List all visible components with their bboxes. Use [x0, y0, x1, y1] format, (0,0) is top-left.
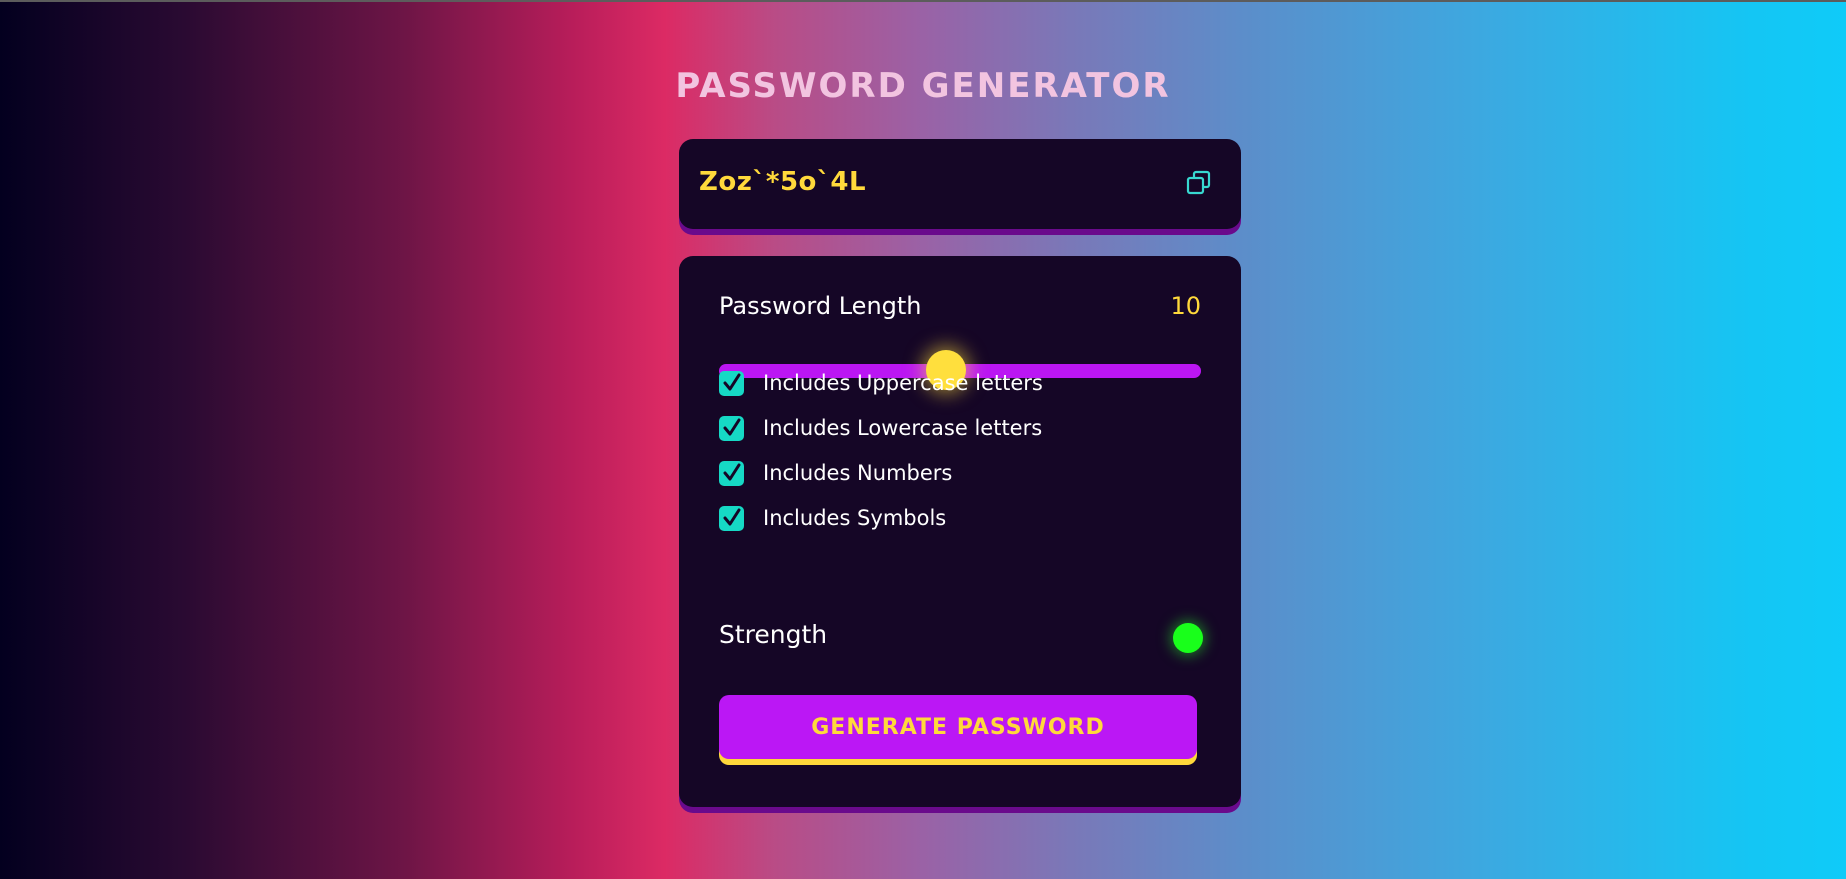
- option-numbers[interactable]: Includes Numbers: [719, 458, 952, 488]
- password-display-card: Zoz`*5o`4L: [679, 139, 1241, 229]
- password-output: Zoz`*5o`4L: [699, 167, 867, 197]
- generate-button-label: GENERATE PASSWORD: [811, 714, 1105, 740]
- numbers-label: Includes Numbers: [763, 461, 953, 485]
- symbols-checkbox[interactable]: [719, 505, 744, 531]
- strength-label: Strength: [719, 620, 828, 649]
- window-top-border: [0, 0, 1846, 2]
- copy-icon: [1186, 170, 1211, 195]
- checkmark-icon: [723, 373, 740, 391]
- copy-button[interactable]: [1185, 169, 1213, 197]
- uppercase-checkbox[interactable]: [719, 370, 744, 396]
- lowercase-label: Includes Lowercase letters: [763, 416, 1043, 440]
- option-uppercase[interactable]: Includes Uppercase letters: [719, 368, 1043, 398]
- symbols-label: Includes Symbols: [763, 506, 947, 530]
- checkmark-icon: [723, 508, 740, 526]
- strength-indicator: [1173, 623, 1203, 653]
- lowercase-checkbox[interactable]: [719, 415, 744, 441]
- settings-card: Password Length 10 Includes Uppercase le…: [679, 256, 1241, 807]
- page-title: PASSWORD GENERATOR: [675, 66, 1171, 106]
- checkmark-icon: [723, 418, 740, 436]
- uppercase-label: Includes Uppercase letters: [763, 371, 1043, 395]
- length-value: 10: [1170, 292, 1201, 320]
- option-symbols[interactable]: Includes Symbols: [719, 503, 946, 533]
- length-label: Password Length: [719, 292, 922, 320]
- numbers-checkbox[interactable]: [719, 460, 744, 486]
- checkmark-icon: [723, 463, 740, 481]
- option-lowercase[interactable]: Includes Lowercase letters: [719, 413, 1042, 443]
- generate-password-button[interactable]: GENERATE PASSWORD: [719, 695, 1197, 759]
